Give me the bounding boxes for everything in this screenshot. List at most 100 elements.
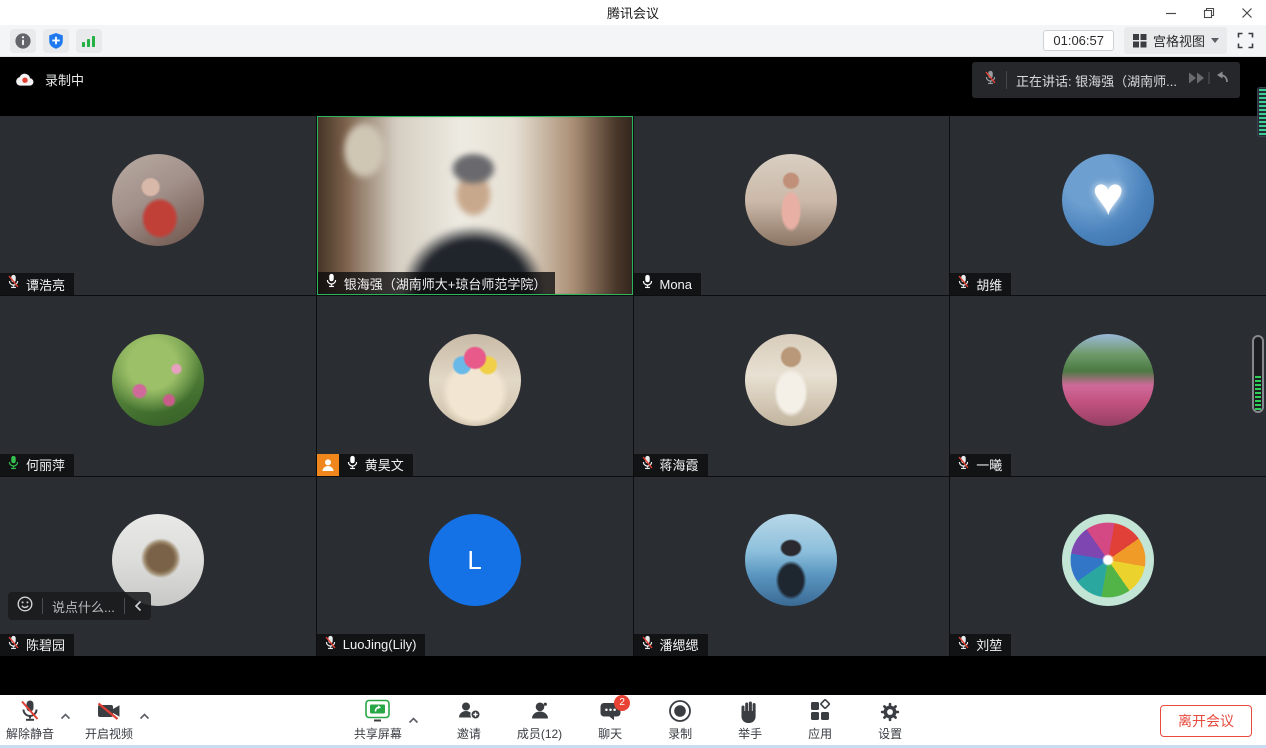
members-icon [528, 699, 552, 723]
participant-label: 刘堃 [950, 634, 1011, 656]
participant-name: 潘缌缌 [660, 635, 699, 654]
participant-video [317, 116, 633, 295]
avatar [112, 334, 204, 426]
window-title: 腾讯会议 [607, 3, 659, 22]
participant-tile[interactable]: 银海强（湖南师大+琼台师范学院） [317, 116, 633, 295]
record-button[interactable]: 录制 [658, 699, 702, 742]
caret-down-icon [1211, 38, 1219, 43]
mic-muted-icon [641, 635, 654, 655]
mic-on-icon [346, 455, 359, 475]
meeting-toolbar-bottom: 解除静音 开启视频 共享屏幕 [0, 695, 1266, 748]
participant-label: 蒋海霞 [634, 454, 708, 476]
participant-tile[interactable]: 刘堃 [950, 477, 1266, 656]
active-speaker-banner[interactable]: 正在讲话: 银海强（湖南师... [972, 62, 1240, 98]
share-screen-label: 共享屏幕 [354, 725, 402, 742]
mic-muted-icon [984, 70, 997, 90]
participant-name: 胡维 [976, 275, 1002, 294]
record-icon [668, 699, 692, 723]
mic-muted-icon [641, 455, 654, 475]
mic-muted-icon [324, 635, 337, 655]
participant-tile[interactable]: 何丽萍 [0, 296, 316, 475]
participant-tile[interactable]: 胡维 [950, 116, 1266, 295]
chat-quick-bar[interactable]: 说点什么... [8, 592, 151, 620]
participant-label: 潘缌缌 [634, 634, 708, 656]
raise-hand-button[interactable]: 举手 [728, 699, 772, 742]
invite-person-icon [456, 699, 482, 723]
participant-label: 何丽萍 [0, 454, 74, 476]
apps-label: 应用 [808, 725, 832, 742]
meeting-stage: 录制中 正在讲话: 银海强（湖南师... 谭浩亮 银海强（湖南师大+琼台师范学院）… [0, 57, 1266, 695]
meeting-toolbar-top: 01:06:57 宫格视图 [0, 25, 1266, 57]
info-icon [14, 32, 32, 50]
raise-hand-icon [740, 699, 760, 723]
avatar [745, 154, 837, 246]
restore-button[interactable] [1190, 0, 1228, 25]
fullscreen-button[interactable] [1237, 32, 1254, 49]
participant-label: 银海强（湖南师大+琼台师范学院） [318, 272, 556, 294]
close-button[interactable] [1228, 0, 1266, 25]
avatar [1062, 514, 1154, 606]
share-options-chevron[interactable] [406, 709, 421, 731]
status-row: 录制中 正在讲话: 银海强（湖南师... [0, 57, 1266, 103]
network-quality-button[interactable] [76, 29, 102, 53]
mic-on-icon [641, 274, 654, 294]
meeting-info-button[interactable] [10, 29, 36, 53]
health-shield-icon [47, 32, 65, 50]
participant-tile[interactable]: 陈碧园 [0, 477, 316, 656]
speaker-nav-icons[interactable] [1186, 69, 1232, 92]
participant-name: 一曦 [976, 455, 1002, 474]
participant-label: 一曦 [950, 454, 1011, 476]
apps-button[interactable]: 应用 [798, 699, 842, 742]
participant-tile[interactable]: 一曦 [950, 296, 1266, 475]
collapse-chevron-icon[interactable] [134, 600, 142, 612]
avatar [745, 514, 837, 606]
participant-name: LuoJing(Lily) [343, 637, 417, 652]
participant-tile[interactable]: L LuoJing(Lily) [317, 477, 633, 656]
share-screen-icon [364, 699, 391, 723]
audio-level-meter-top [1257, 87, 1266, 137]
participant-label: 谭浩亮 [0, 273, 74, 295]
participant-name: 谭浩亮 [26, 275, 65, 294]
recording-label: 录制中 [45, 70, 84, 89]
invite-label: 邀请 [457, 725, 481, 742]
avatar [745, 334, 837, 426]
invite-button[interactable]: 邀请 [447, 699, 491, 742]
grid-view-icon [1132, 33, 1147, 48]
active-speaker-label: 正在讲话: 银海强（湖南师... [1016, 71, 1177, 90]
avatar-letter: L [467, 545, 481, 576]
chat-badge: 2 [614, 695, 630, 711]
participant-tile[interactable]: 谭浩亮 [0, 116, 316, 295]
participant-label: Mona [634, 273, 702, 295]
audio-level-meter [1252, 335, 1264, 413]
participant-tile[interactable]: 潘缌缌 [634, 477, 950, 656]
avatar [429, 334, 521, 426]
view-mode-dropdown[interactable]: 宫格视图 [1124, 27, 1227, 54]
members-button[interactable]: 成员(12) [517, 699, 562, 742]
network-signal-icon [80, 33, 98, 49]
participant-name: 黄昊文 [365, 455, 404, 474]
window-titlebar: 腾讯会议 [0, 0, 1266, 25]
security-shield-button[interactable] [43, 29, 69, 53]
share-screen-button[interactable]: 共享屏幕 [354, 699, 402, 742]
participant-tile[interactable]: 黄昊文 [317, 296, 633, 475]
settings-label: 设置 [878, 725, 902, 742]
emoji-icon[interactable] [17, 596, 33, 617]
apps-grid-icon [808, 699, 832, 723]
participant-tile[interactable]: 蒋海霞 [634, 296, 950, 475]
recording-indicator: 录制中 [15, 70, 84, 89]
fullscreen-icon [1237, 32, 1254, 49]
minimize-button[interactable] [1152, 0, 1190, 25]
participant-label: 黄昊文 [317, 454, 413, 476]
avatar: L [429, 514, 521, 606]
participant-tile[interactable]: Mona [634, 116, 950, 295]
chat-input-placeholder[interactable]: 说点什么... [52, 597, 115, 616]
view-mode-label: 宫格视图 [1153, 31, 1205, 50]
cloud-record-icon [15, 72, 35, 87]
record-label: 录制 [668, 725, 692, 742]
mic-on-icon [325, 273, 338, 293]
settings-button[interactable]: 设置 [868, 699, 912, 742]
chat-button[interactable]: 2 聊天 [588, 699, 632, 742]
raise-hand-label: 举手 [738, 725, 762, 742]
leave-meeting-button[interactable]: 离开会议 [1160, 705, 1252, 737]
mic-muted-icon [957, 635, 970, 655]
